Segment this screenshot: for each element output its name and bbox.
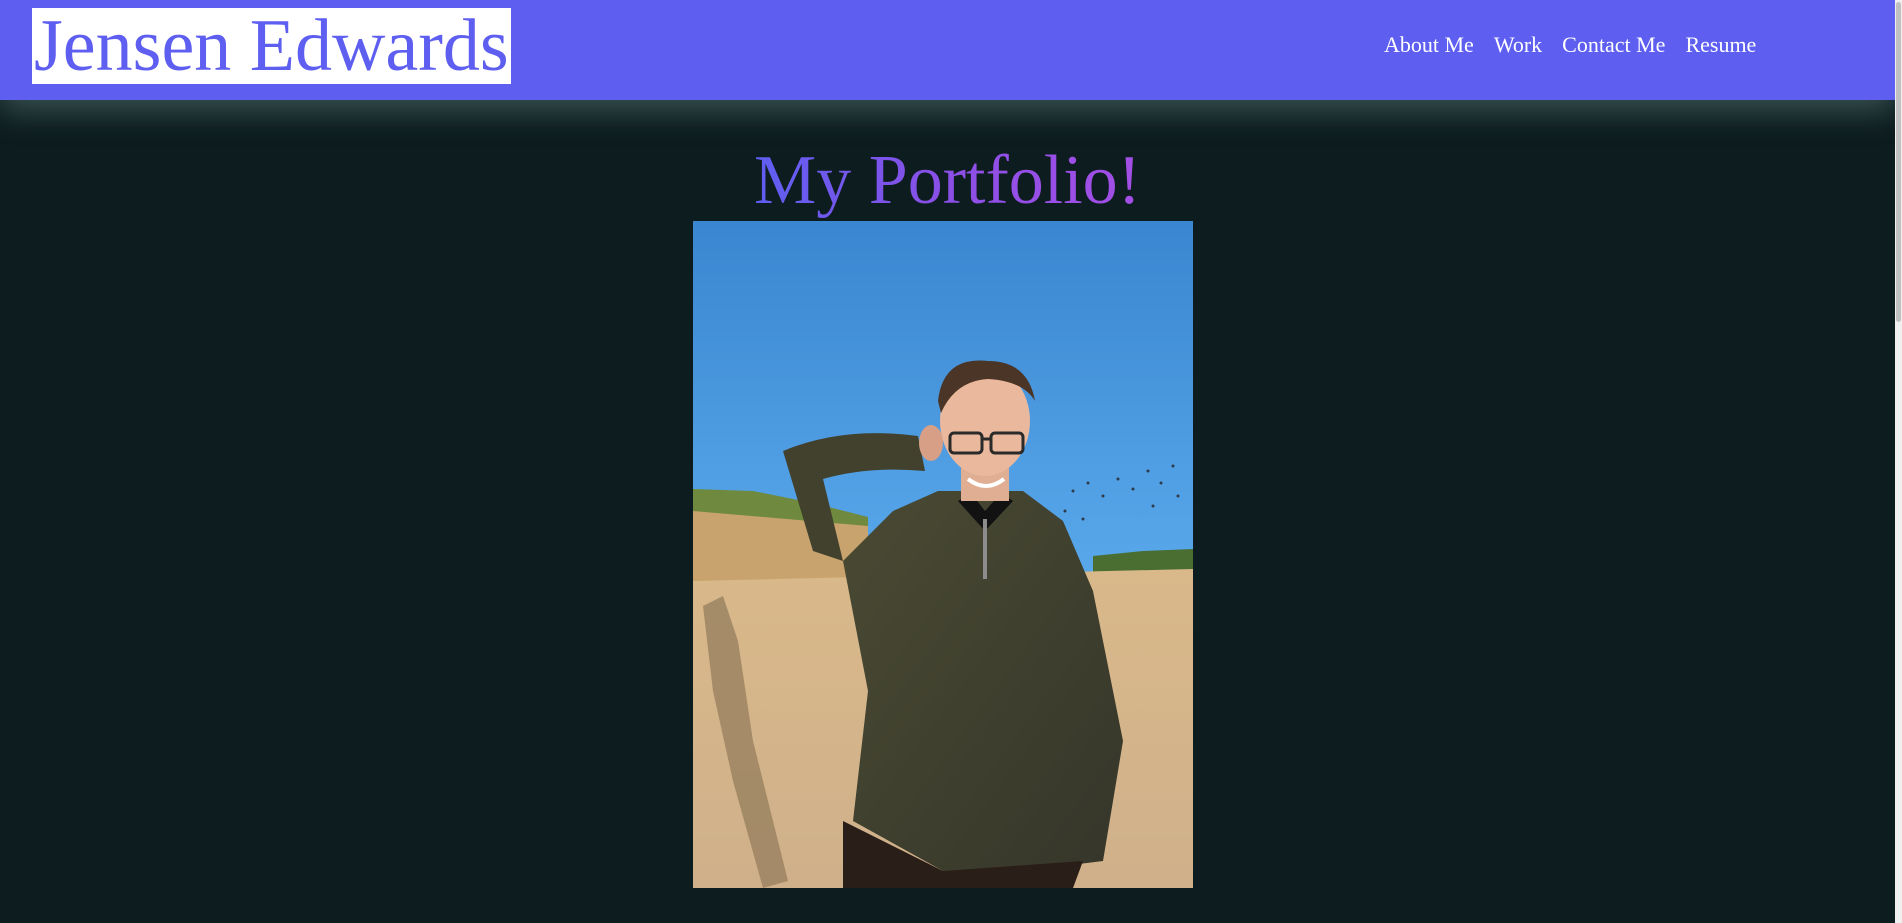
- nav-resume[interactable]: Resume: [1685, 30, 1756, 60]
- page-scrollbar[interactable]: [1895, 0, 1902, 923]
- site-logo[interactable]: Jensen Edwards: [32, 8, 511, 84]
- portrait-photo: [693, 221, 1193, 888]
- scrollbar-thumb[interactable]: [1896, 2, 1901, 322]
- nav-contact-me[interactable]: Contact Me: [1562, 30, 1665, 60]
- site-header: Jensen Edwards About Me Work Contact Me …: [0, 0, 1895, 100]
- page-title: My Portfolio!: [754, 142, 1141, 219]
- main-nav: About Me Work Contact Me Resume: [1384, 30, 1756, 60]
- main-content: My Portfolio!: [0, 100, 1895, 923]
- nav-about-me[interactable]: About Me: [1384, 30, 1474, 60]
- portrait-photo-illustration: [693, 221, 1193, 888]
- nav-work[interactable]: Work: [1494, 30, 1542, 60]
